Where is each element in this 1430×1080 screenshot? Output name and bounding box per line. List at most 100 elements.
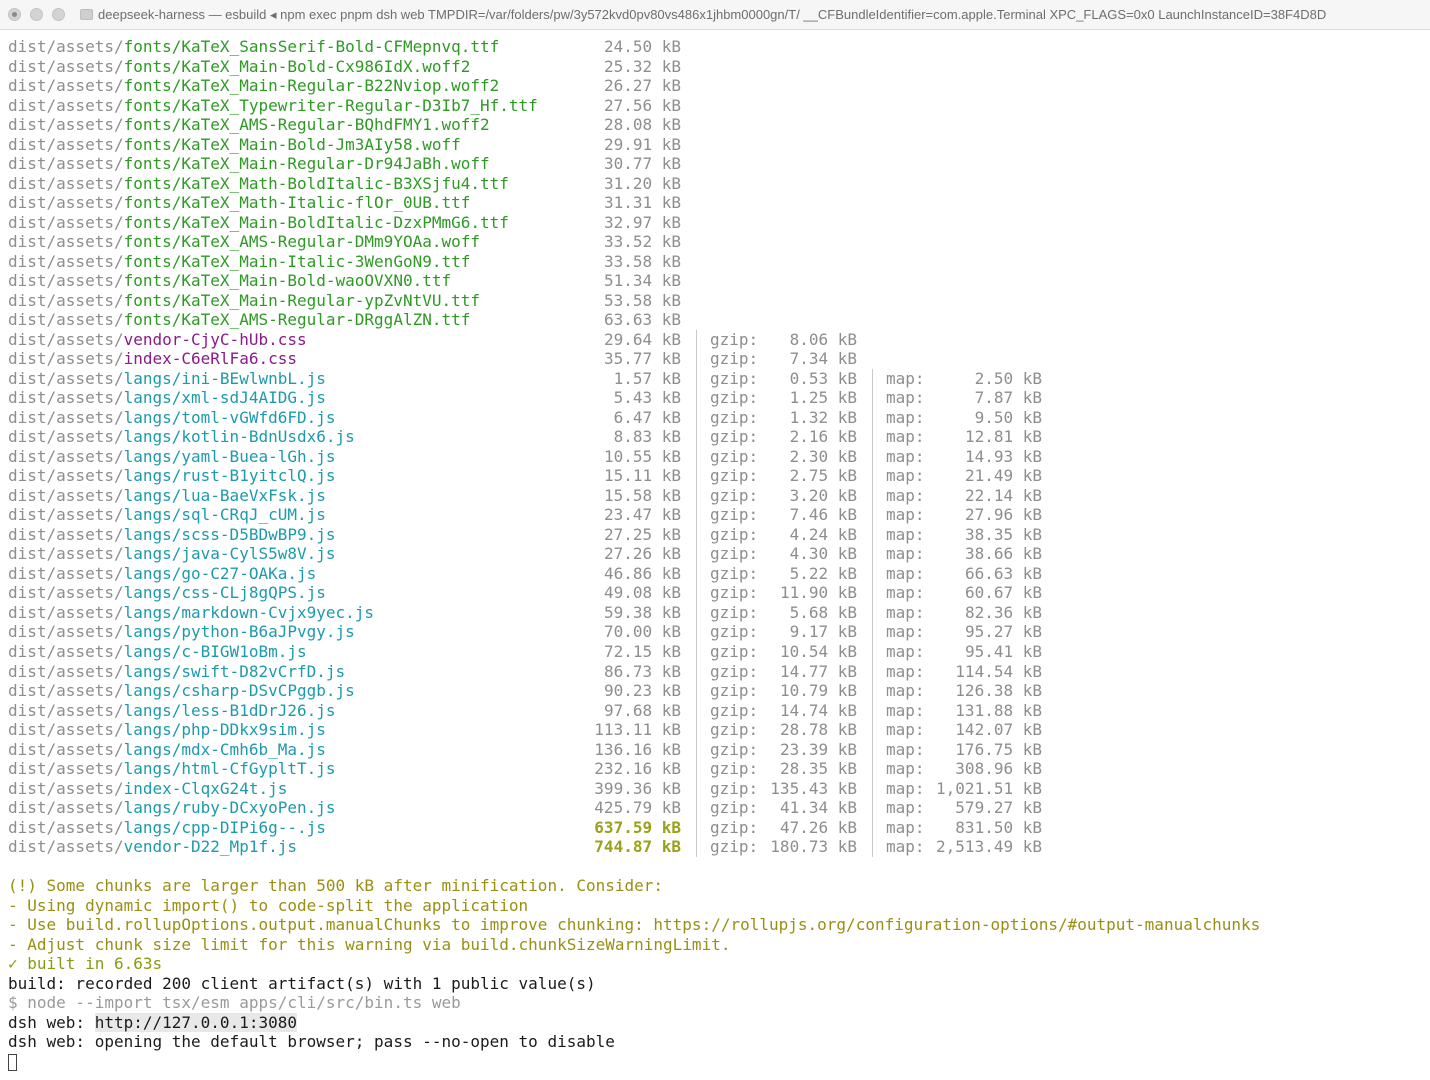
dir-prefix: dist/assets/ <box>8 759 124 779</box>
column-separator <box>696 798 697 818</box>
map-size: 126.38 kB <box>955 681 1042 701</box>
gzip-size: 28.35 kB <box>779 759 857 779</box>
column-separator <box>696 485 697 506</box>
file-row: dist/assets/fonts/KaTeX_AMS-Regular-BQhd… <box>8 115 1428 135</box>
gzip-size: 1.25 kB <box>789 388 857 408</box>
file-path: dist/assets/langs/swift-D82vCrfD.js <box>8 662 345 682</box>
map-size: 27.96 kB <box>964 505 1042 525</box>
file-row: dist/assets/langs/ruby-DCxyoPen.js 425.79… <box>8 798 1428 818</box>
file-row: dist/assets/langs/swift-D82vCrfD.js 86.73… <box>8 661 1428 682</box>
file-size: 25.32 kB <box>603 56 681 76</box>
file-name: langs/mdx-Cmh6b_Ma.js <box>123 739 326 759</box>
file-path: dist/assets/index-C6eRlFa6.css <box>8 349 297 369</box>
file-row: dist/assets/fonts/KaTeX_Typewriter-Regul… <box>8 96 1428 116</box>
file-size: 27.25 kB <box>603 524 681 544</box>
file-size: 10.55 kB <box>603 446 681 466</box>
file-path: dist/assets/fonts/KaTeX_Main-Bold-Jm3AIy… <box>8 135 461 155</box>
file-size: 63.63 kB <box>603 310 681 330</box>
file-row: dist/assets/langs/lua-BaeVxFsk.js 15.58 k… <box>8 485 1428 506</box>
warning-line: - Using dynamic import() to code-split t… <box>8 895 529 915</box>
file-path: dist/assets/fonts/KaTeX_Main-Bold-waoOVX… <box>8 271 451 291</box>
zoom-window-button[interactable] <box>52 8 65 21</box>
column-separator <box>872 544 873 564</box>
dir-prefix: dist/assets/ <box>8 524 124 544</box>
gzip-size: 3.20 kB <box>789 485 857 505</box>
dir-prefix: dist/assets/ <box>8 583 124 603</box>
file-row: dist/assets/fonts/KaTeX_Main-Regular-ypZ… <box>8 291 1428 311</box>
gzip-size: 28.78 kB <box>779 720 857 740</box>
column-separator <box>872 388 873 408</box>
file-name: vendor-D22_Mp1f.js <box>123 837 297 857</box>
file-path: dist/assets/fonts/KaTeX_Main-Regular-Dr9… <box>8 154 490 174</box>
gzip-size: 9.17 kB <box>789 622 857 642</box>
file-name: langs/markdown-Cvjx9yec.js <box>123 602 375 622</box>
map-label: map: <box>886 837 925 857</box>
column-separator <box>872 583 873 603</box>
map-size: 2.50 kB <box>974 368 1042 388</box>
file-name: langs/toml-vGWfd6FD.js <box>123 407 336 427</box>
file-path: dist/assets/langs/java-CylS5w8V.js <box>8 544 336 564</box>
map-size: 831.50 kB <box>955 817 1042 837</box>
file-name: langs/csharp-DSvCPggb.js <box>123 681 355 701</box>
column-separator <box>696 602 697 623</box>
file-path: dist/assets/langs/kotlin-BdnUsdx6.js <box>8 427 355 447</box>
file-row: dist/assets/langs/toml-vGWfd6FD.js 6.47 k… <box>8 407 1428 428</box>
file-size: 23.47 kB <box>603 505 681 525</box>
file-size: 744.87 kB <box>594 837 681 857</box>
gzip-label: gzip: <box>710 798 759 818</box>
column-separator <box>696 681 697 701</box>
gzip-label: gzip: <box>710 661 759 681</box>
file-path: dist/assets/langs/ini-BEwlwnbL.js <box>8 369 326 389</box>
file-size: 27.56 kB <box>603 95 681 115</box>
map-size: 142.07 kB <box>955 720 1042 740</box>
recorded-status: build: recorded 200 client artifact(s) w… <box>8 973 596 993</box>
file-size: 28.08 kB <box>603 115 681 135</box>
file-path: dist/assets/fonts/KaTeX_Typewriter-Regul… <box>8 96 538 116</box>
window-titlebar: deepseek-harness — esbuild ◂ npm exec pn… <box>0 0 1430 30</box>
file-path: dist/assets/langs/rust-B1yitclQ.js <box>8 466 336 486</box>
map-label: map: <box>886 759 925 779</box>
column-separator <box>872 622 873 642</box>
column-separator <box>872 466 873 486</box>
gzip-size: 4.24 kB <box>789 524 857 544</box>
file-size: 1.57 kB <box>613 368 681 388</box>
column-separator <box>696 817 697 838</box>
column-separator <box>872 778 873 799</box>
map-size: 14.93 kB <box>964 446 1042 466</box>
map-label: map: <box>886 622 925 642</box>
server-url-link[interactable]: http://127.0.0.1:3080 <box>94 1012 297 1032</box>
file-row: dist/assets/langs/php-DDkx9sim.js 113.11 … <box>8 720 1428 740</box>
file-size: 24.50 kB <box>603 37 681 56</box>
gzip-size: 0.53 kB <box>789 368 857 388</box>
map-label: map: <box>886 524 925 544</box>
map-label: map: <box>886 407 925 427</box>
dir-prefix: dist/assets/ <box>8 173 124 193</box>
prompt-line[interactable] <box>8 1052 1428 1072</box>
file-row: dist/assets/langs/yaml-Buea-lGh.js 10.55 … <box>8 446 1428 467</box>
gzip-size: 5.68 kB <box>789 602 857 622</box>
column-separator <box>696 388 697 408</box>
dir-prefix: dist/assets/ <box>8 134 124 154</box>
file-size: 33.58 kB <box>603 251 681 271</box>
dir-prefix: dist/assets/ <box>8 388 124 408</box>
file-name: fonts/KaTeX_Math-Italic-flOr_0UB.ttf <box>123 193 471 213</box>
file-path: dist/assets/fonts/KaTeX_Math-Italic-flOr… <box>8 193 470 213</box>
dir-prefix: dist/assets/ <box>8 602 124 622</box>
file-name: fonts/KaTeX_AMS-Regular-DRggAlZN.ttf <box>123 310 471 330</box>
dir-prefix: dist/assets/ <box>8 154 124 174</box>
file-row: dist/assets/langs/cpp-DIPi6g--.js 637.59 … <box>8 817 1428 838</box>
map-label: map: <box>886 446 925 466</box>
file-name: fonts/KaTeX_Main-Bold-Jm3AIy58.woff <box>123 134 461 154</box>
file-row: dist/assets/fonts/KaTeX_AMS-Regular-DRgg… <box>8 310 1428 330</box>
map-size: 308.96 kB <box>955 759 1042 779</box>
terminal-output[interactable]: dist/assets/fonts/KaTeX_SansSerif-Bold-C… <box>8 37 1428 1071</box>
file-row: dist/assets/fonts/KaTeX_AMS-Regular-DMm9… <box>8 232 1428 252</box>
minimize-window-button[interactable] <box>30 8 43 21</box>
file-name: vendor-CjyC-hUb.css <box>123 329 307 349</box>
close-window-button[interactable] <box>8 8 21 21</box>
file-path: dist/assets/langs/sql-CRqJ_cUM.js <box>8 505 326 525</box>
file-row: dist/assets/langs/ini-BEwlwnbL.js 1.57 kB… <box>8 368 1428 389</box>
column-separator <box>696 759 697 779</box>
file-name: langs/rust-B1yitclQ.js <box>123 466 336 486</box>
build-file-list: dist/assets/fonts/KaTeX_SansSerif-Bold-C… <box>8 37 1428 857</box>
